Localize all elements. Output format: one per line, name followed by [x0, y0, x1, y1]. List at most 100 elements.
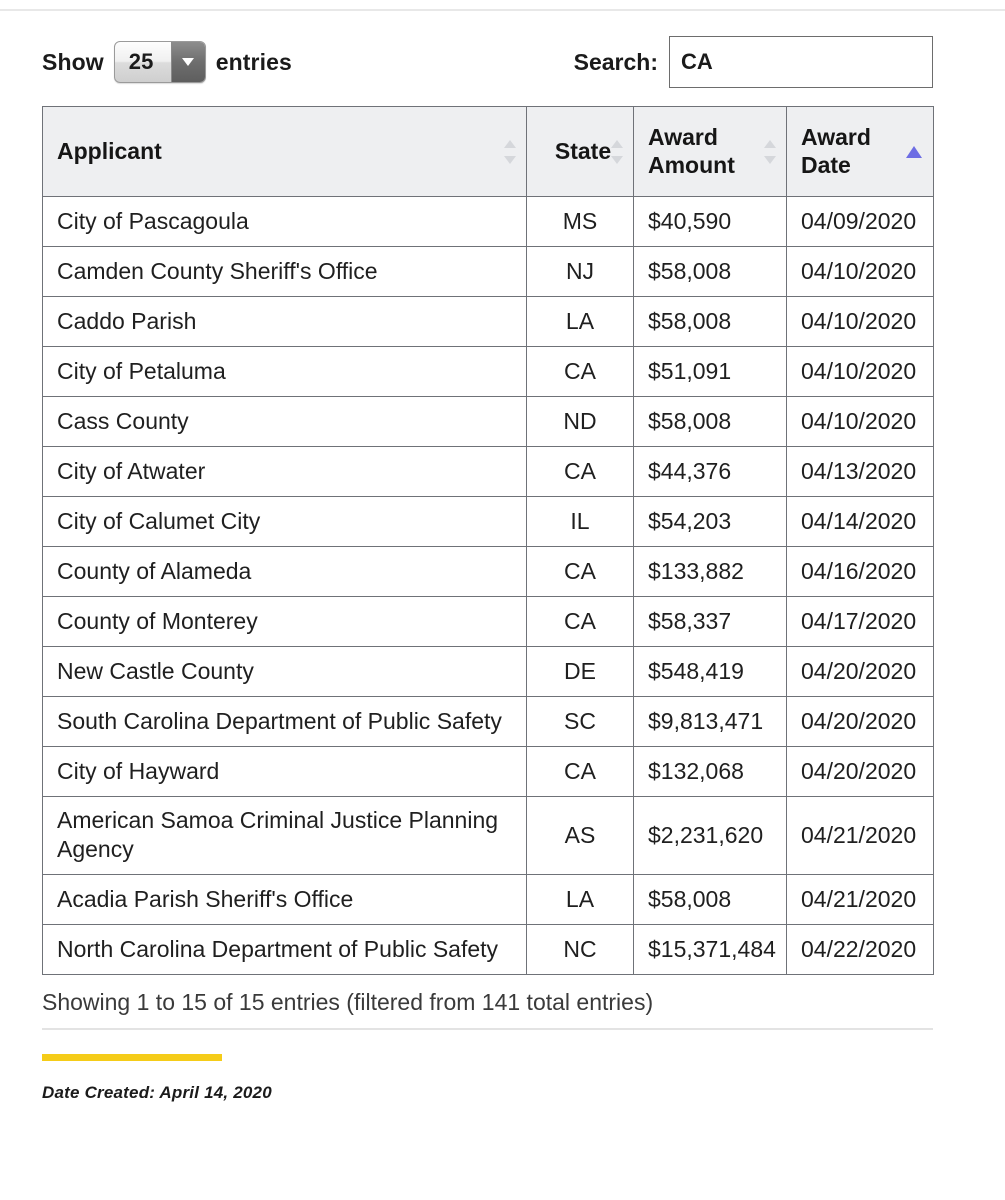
- table-row: Caddo Parish LA $58,008 04/10/2020: [42, 296, 934, 347]
- cell-award-date: 04/20/2020: [786, 746, 934, 797]
- table-row: North Carolina Department of Public Safe…: [42, 923, 934, 975]
- table-body: City of Pascagoula MS $40,590 04/09/2020 Cam…: [42, 196, 934, 975]
- table-row: County of Monterey CA $58,337 04/17/2020: [42, 596, 934, 647]
- table-row: City of Petaluma CA $51,091 04/10/2020: [42, 346, 934, 397]
- cell-award-date: 04/22/2020: [786, 923, 934, 975]
- table-row: Cass County ND $58,008 04/10/2020: [42, 396, 934, 447]
- accent-bar: [42, 1053, 222, 1061]
- cell-award-amount: $51,091: [633, 346, 787, 397]
- table-header: Applicant State Award Amount Award Date: [42, 106, 934, 197]
- cell-state: CA: [526, 446, 634, 497]
- cell-state: LA: [526, 873, 634, 925]
- column-header-state[interactable]: State: [526, 106, 634, 197]
- cell-award-amount: $133,882: [633, 546, 787, 597]
- cell-award-amount: $58,008: [633, 296, 787, 347]
- cell-state: CA: [526, 596, 634, 647]
- cell-award-date: 04/20/2020: [786, 696, 934, 747]
- grants-table: Applicant State Award Amount Award Date …: [42, 106, 934, 975]
- table-row: City of Hayward CA $132,068 04/20/2020: [42, 746, 934, 797]
- sort-ascending-icon: [906, 145, 922, 158]
- chevron-down-icon: [170, 42, 205, 82]
- cell-state: LA: [526, 296, 634, 347]
- cell-state: AS: [526, 796, 634, 875]
- cell-award-amount: $548,419: [633, 646, 787, 697]
- column-header-award-date[interactable]: Award Date: [786, 106, 934, 197]
- cell-award-amount: $9,813,471: [633, 696, 787, 747]
- cell-applicant: Cass County: [42, 396, 527, 447]
- cell-state: NC: [526, 923, 634, 975]
- cell-award-date: 04/10/2020: [786, 246, 934, 297]
- grants-table-panel: Show 25 entries Search: Applicant: [42, 0, 934, 1103]
- column-header-applicant[interactable]: Applicant: [42, 106, 527, 197]
- cell-award-amount: $2,231,620: [633, 796, 787, 875]
- table-row: City of Calumet City IL $54,203 04/14/2020: [42, 496, 934, 547]
- cell-applicant: Camden County Sheriff's Office: [42, 246, 527, 297]
- cell-state: CA: [526, 346, 634, 397]
- search-input[interactable]: [669, 36, 933, 88]
- table-info: Showing 1 to 15 of 15 entries (filtered …: [42, 989, 933, 1030]
- cell-award-amount: $15,371,484: [633, 923, 787, 975]
- column-header-award-amount-label: Award Amount: [648, 124, 735, 178]
- sort-both-icon: [504, 139, 516, 165]
- cell-award-date: 04/13/2020: [786, 446, 934, 497]
- cell-applicant: North Carolina Department of Public Safe…: [42, 923, 527, 975]
- table-row: Acadia Parish Sheriff's Office LA $58,008 0…: [42, 873, 934, 925]
- cell-award-date: 04/14/2020: [786, 496, 934, 547]
- entries-label: entries: [215, 48, 292, 75]
- cell-applicant: City of Petaluma: [42, 346, 527, 397]
- search-label: Search:: [573, 48, 658, 75]
- sort-both-icon: [611, 139, 623, 165]
- show-label: Show: [42, 48, 104, 75]
- cell-state: NJ: [526, 246, 634, 297]
- cell-award-amount: $44,376: [633, 446, 787, 497]
- table-row: American Samoa Criminal Justice Planning…: [42, 796, 934, 875]
- cell-applicant: City of Hayward: [42, 746, 527, 797]
- cell-state: SC: [526, 696, 634, 747]
- column-header-award-date-label: Award Date: [801, 124, 871, 178]
- cell-award-amount: $58,008: [633, 396, 787, 447]
- cell-award-date: 04/16/2020: [786, 546, 934, 597]
- table-search-control: Search:: [574, 34, 933, 90]
- table-row: Camden County Sheriff's Office NJ $58,008 0…: [42, 246, 934, 297]
- cell-award-date: 04/10/2020: [786, 346, 934, 397]
- cell-state: IL: [526, 496, 634, 547]
- date-created-text: Date Created: April 14, 2020: [42, 1082, 272, 1102]
- column-header-state-label: State: [554, 137, 612, 164]
- cell-award-date: 04/17/2020: [786, 596, 934, 647]
- table-row: New Castle County DE $548,419 04/20/2020: [42, 646, 934, 697]
- cell-applicant: City of Pascagoula: [42, 196, 527, 247]
- table-header-row: Applicant State Award Amount Award Date: [42, 106, 934, 197]
- table-row: South Carolina Department of Public Safe…: [42, 696, 934, 747]
- column-header-applicant-label: Applicant: [57, 137, 162, 164]
- cell-applicant: Caddo Parish: [42, 296, 527, 347]
- cell-award-date: 04/10/2020: [786, 296, 934, 347]
- entries-per-page-value: 25: [128, 49, 154, 74]
- cell-award-date: 04/09/2020: [786, 196, 934, 247]
- column-header-award-amount[interactable]: Award Amount: [633, 106, 787, 197]
- cell-applicant: County of Monterey: [42, 596, 527, 647]
- table-controls: Show 25 entries Search:: [42, 34, 933, 96]
- cell-applicant: South Carolina Department of Public Safe…: [42, 696, 527, 747]
- cell-award-date: 04/21/2020: [786, 873, 934, 925]
- cell-award-amount: $58,008: [633, 873, 787, 925]
- sort-both-icon: [764, 139, 776, 165]
- cell-applicant: New Castle County: [42, 646, 527, 697]
- cell-award-amount: $40,590: [633, 196, 787, 247]
- page-length-control: Show 25 entries: [42, 34, 292, 90]
- cell-award-amount: $58,008: [633, 246, 787, 297]
- table-row: City of Atwater CA $44,376 04/13/2020: [42, 446, 934, 497]
- table-row: County of Alameda CA $133,882 04/16/2020: [42, 546, 934, 597]
- cell-award-amount: $132,068: [633, 746, 787, 797]
- cell-award-date: 04/21/2020: [786, 796, 934, 875]
- cell-applicant: City of Calumet City: [42, 496, 527, 547]
- cell-applicant: Acadia Parish Sheriff's Office: [42, 873, 527, 925]
- entries-per-page-select[interactable]: 25: [113, 41, 206, 83]
- cell-applicant: American Samoa Criminal Justice Planning…: [42, 796, 527, 875]
- cell-applicant: County of Alameda: [42, 546, 527, 597]
- cell-state: MS: [526, 196, 634, 247]
- cell-state: ND: [526, 396, 634, 447]
- cell-award-date: 04/10/2020: [786, 396, 934, 447]
- cell-award-date: 04/20/2020: [786, 646, 934, 697]
- table-row: City of Pascagoula MS $40,590 04/09/2020: [42, 196, 934, 247]
- cell-award-amount: $54,203: [633, 496, 787, 547]
